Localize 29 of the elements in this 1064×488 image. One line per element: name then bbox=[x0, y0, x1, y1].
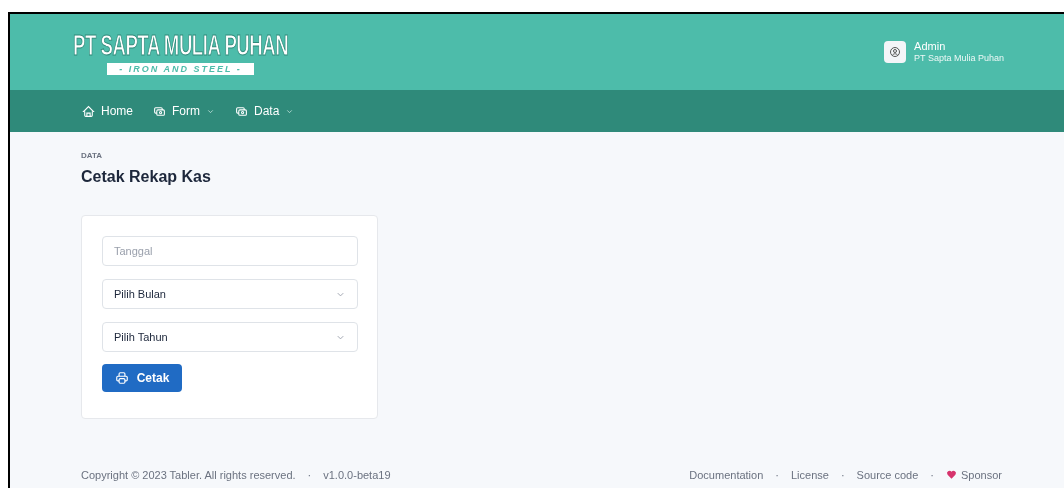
separator-dot: · bbox=[839, 467, 846, 483]
select-field[interactable]: Pilih Tahun bbox=[102, 322, 358, 352]
home-icon bbox=[82, 104, 95, 118]
separator-dot: · bbox=[929, 467, 935, 483]
sponsor-link[interactable]: Sponsor bbox=[946, 466, 1002, 483]
page-title: Cetak Rekap Kas bbox=[81, 167, 212, 187]
logo-title: PT SAPTA MULIA PUHAN bbox=[72, 29, 289, 60]
nav-item[interactable]: Form bbox=[153, 102, 215, 120]
separator-dot: · bbox=[774, 467, 780, 483]
footer-link[interactable]: License bbox=[791, 466, 829, 483]
footer-link[interactable]: Source code bbox=[856, 466, 919, 483]
print-button[interactable]: Cetak bbox=[102, 364, 182, 392]
select-field[interactable]: Pilih Bulan bbox=[102, 279, 358, 309]
page-pretitle: DATA bbox=[81, 150, 104, 162]
user-avatar-icon[interactable] bbox=[884, 41, 907, 63]
logo-subtitle: - IRON AND STEEL - bbox=[107, 62, 254, 75]
date-field[interactable]: Tanggal bbox=[102, 236, 358, 266]
heart-icon bbox=[946, 469, 957, 481]
footer-link[interactable]: Documentation bbox=[689, 466, 764, 483]
printer-icon bbox=[114, 371, 129, 385]
nav-item[interactable]: Home bbox=[82, 102, 133, 120]
user-name: Admin bbox=[914, 39, 947, 54]
user-company: PT Sapta Mulia Puhan bbox=[914, 53, 1004, 65]
nav-item[interactable]: Data bbox=[235, 102, 295, 120]
version-text: v1.0.0-beta19 bbox=[323, 467, 391, 483]
package-icon bbox=[235, 104, 248, 118]
copyright-text: Copyright © 2023 Tabler. All rights reserved. bbox=[81, 467, 296, 483]
separator-dot: · bbox=[306, 467, 313, 483]
package-icon bbox=[153, 104, 166, 118]
